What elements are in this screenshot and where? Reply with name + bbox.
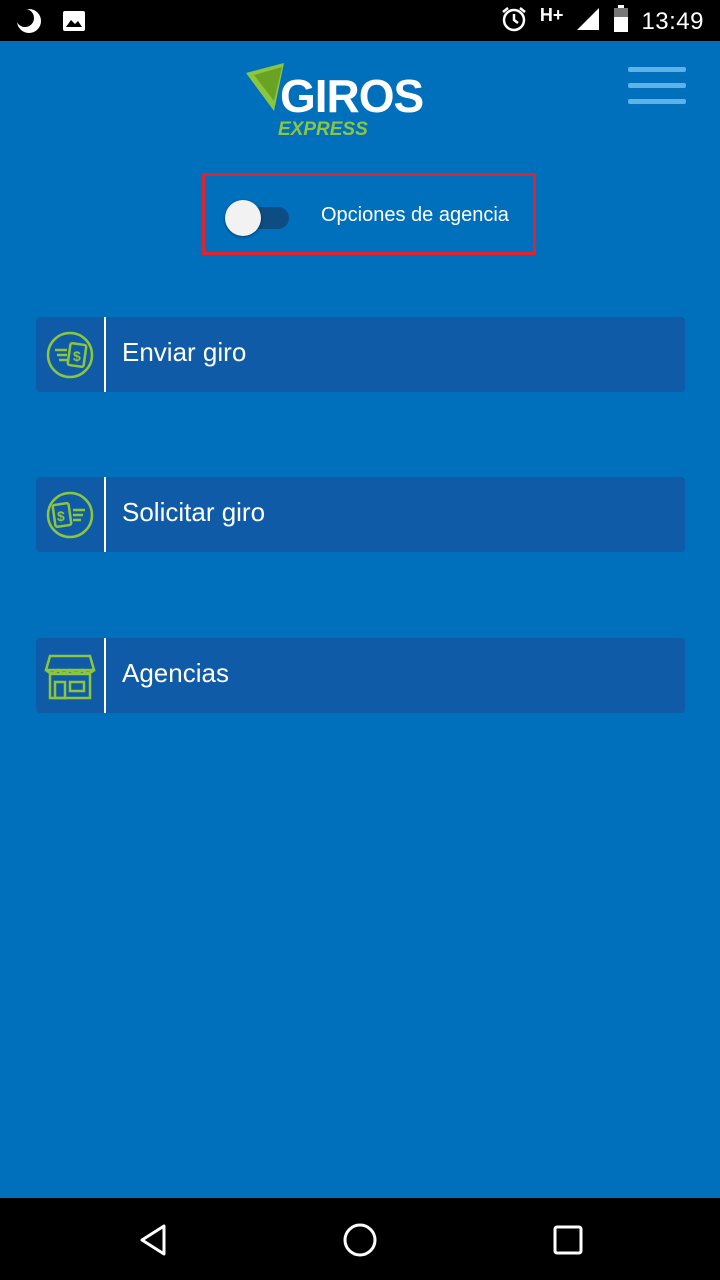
recents-button[interactable] <box>548 1220 588 1260</box>
hamburger-menu-button[interactable] <box>628 67 686 113</box>
agencies-button[interactable]: Agencias <box>36 638 685 713</box>
svg-text:$: $ <box>57 508 65 524</box>
image-icon <box>62 10 86 37</box>
logo-main-text: GIROS <box>280 70 424 122</box>
hamburger-icon-line <box>628 99 686 104</box>
home-icon <box>343 1223 377 1257</box>
status-bar: H+ 13:49 <box>0 0 720 41</box>
icon-box: $ <box>36 317 106 392</box>
status-time: 13:49 <box>641 7 704 35</box>
send-money-icon: $ <box>46 331 94 378</box>
toggle-knob[interactable] <box>225 200 261 236</box>
agency-options-label: Opciones de agencia <box>321 204 509 226</box>
agency-options-toggle-row: Opciones de agencia <box>202 173 536 255</box>
request-giro-label: Solicitar giro <box>122 497 266 527</box>
back-icon <box>140 1224 166 1256</box>
app-header: GIROS EXPRESS <box>0 41 720 151</box>
hamburger-icon-line <box>628 67 686 72</box>
request-giro-button[interactable]: $ Solicitar giro <box>36 477 685 552</box>
icon-box <box>36 638 106 713</box>
hamburger-icon-line <box>628 83 686 88</box>
navigation-bar <box>0 1198 720 1280</box>
recents-icon <box>553 1225 583 1255</box>
request-money-icon: $ <box>46 491 94 538</box>
icon-box: $ <box>36 477 106 552</box>
network-type: H+ <box>539 5 564 25</box>
signal-icon <box>575 6 601 37</box>
home-button[interactable] <box>340 1220 380 1260</box>
moon-icon <box>16 8 42 39</box>
back-button[interactable] <box>134 1220 174 1260</box>
logo-sub-text: EXPRESS <box>278 119 368 140</box>
send-giro-label: Enviar giro <box>122 337 247 367</box>
giros-express-logo: GIROS EXPRESS <box>244 57 454 147</box>
store-icon <box>44 654 96 699</box>
send-giro-button[interactable]: $ Enviar giro <box>36 317 685 392</box>
alarm-icon <box>500 5 528 38</box>
agencies-label: Agencias <box>122 658 229 688</box>
svg-text:$: $ <box>73 348 81 364</box>
battery-icon <box>613 5 629 38</box>
